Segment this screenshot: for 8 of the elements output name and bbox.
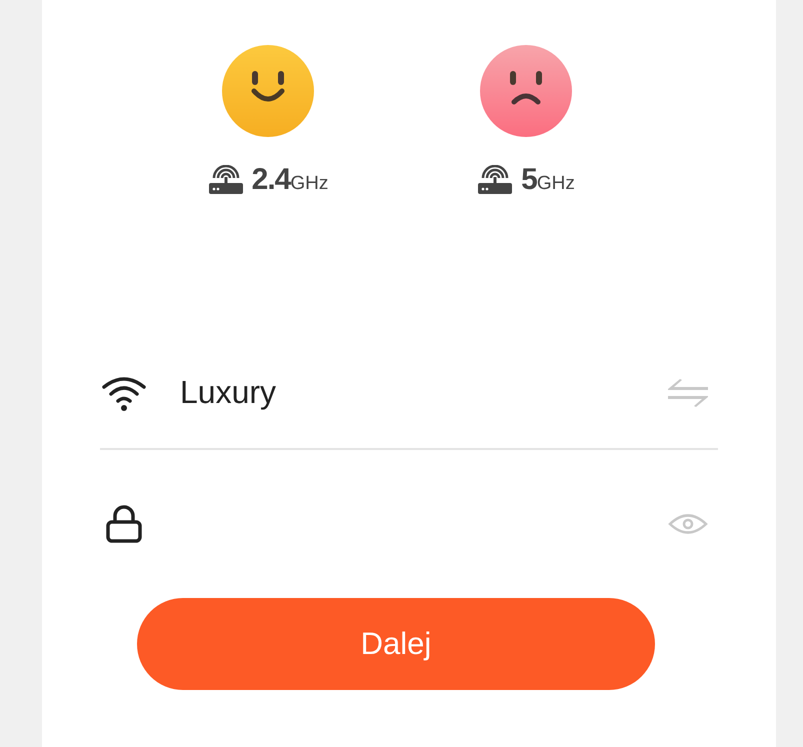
router-icon xyxy=(208,165,244,195)
smiley-face-icon xyxy=(222,45,314,137)
band-label: 2.4GHz xyxy=(252,163,328,197)
band-label: 5GHz xyxy=(521,163,575,197)
swap-arrows-icon[interactable] xyxy=(666,378,710,408)
router-icon xyxy=(477,165,514,195)
sad-face-icon xyxy=(480,45,572,137)
network-name-field[interactable]: Luxury xyxy=(180,374,666,411)
